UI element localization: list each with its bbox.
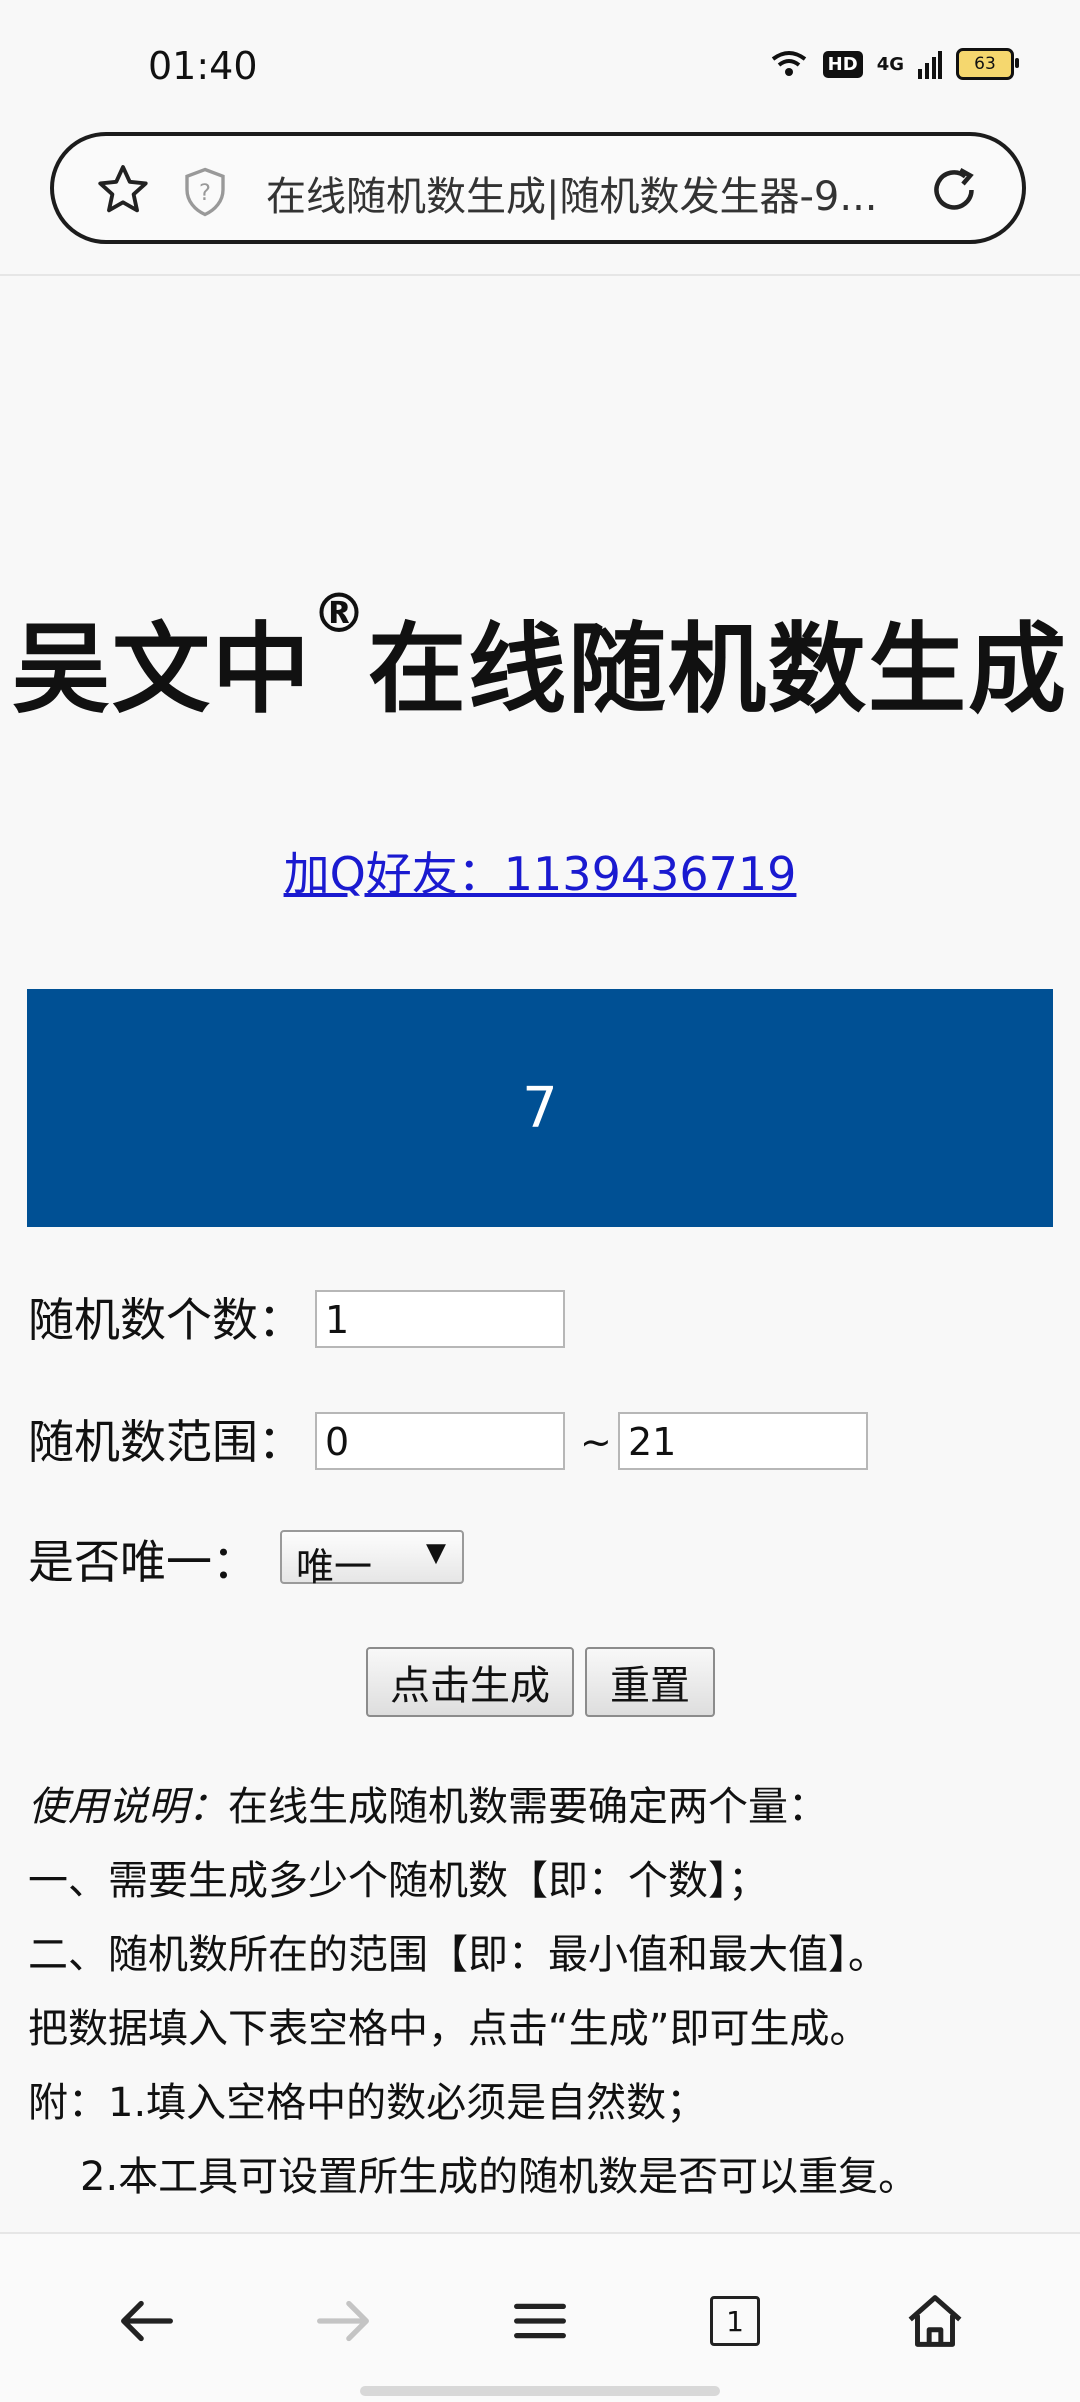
unique-select[interactable]: 唯一 ▼	[280, 1530, 464, 1589]
notes-line-2: 二、随机数所在的范围【即：最小值和最大值】。	[28, 1932, 888, 1978]
heading-text-1: 吴文中	[11, 613, 312, 727]
generate-button[interactable]: 点击生成	[366, 1647, 574, 1717]
reset-button[interactable]: 重置	[585, 1647, 715, 1717]
tab-count: 1	[726, 2304, 744, 2338]
unique-selected-value: 唯一	[296, 1545, 373, 1589]
page-title-text[interactable]: 在线随机数生成|随机数发生器-9...	[266, 164, 926, 222]
unique-label: 是否唯一：	[28, 1535, 258, 1589]
result-value: 7	[522, 1075, 558, 1141]
range-max-input[interactable]: 21	[618, 1412, 868, 1470]
range-label: 随机数范围：	[28, 1415, 304, 1469]
header-divider	[0, 274, 1080, 276]
notes-line-1: 一、需要生成多少个随机数【即：个数】；	[28, 1858, 768, 1904]
notes-line-4: 附：1.填入空格中的数必须是自然数；	[28, 2080, 707, 2126]
range-separator: ~	[580, 1420, 612, 1464]
back-arrow-icon[interactable]	[112, 2286, 182, 2356]
battery-level: 63	[974, 54, 996, 74]
address-bar[interactable]: ? 在线随机数生成|随机数发生器-9...	[50, 132, 1026, 244]
qq-friend-link[interactable]: 加Q好友：1139436719	[0, 838, 1080, 904]
tabs-icon[interactable]: 1	[700, 2286, 770, 2356]
notes-line-3: 把数据填入下表空格中，点击“生成”即可生成。	[28, 2006, 870, 2052]
dropdown-arrow-icon: ▼	[426, 1538, 446, 1568]
count-input[interactable]: 1	[315, 1290, 565, 1348]
status-bar: 01:40 HD 4G 63	[0, 0, 1080, 130]
menu-icon[interactable]	[505, 2286, 575, 2356]
registered-mark: ®	[312, 582, 368, 645]
shield-question-icon[interactable]: ?	[178, 164, 232, 220]
wifi-icon	[771, 51, 806, 76]
gesture-handle	[360, 2386, 720, 2396]
range-min-input[interactable]: 0	[315, 1412, 565, 1470]
usage-notes: 使用说明：在线生成随机数需要确定两个量： 一、需要生成多少个随机数【即：个数】；…	[28, 1770, 1058, 2214]
notes-intro-text: 在线生成随机数需要确定两个量：	[228, 1784, 828, 1830]
star-icon[interactable]	[94, 161, 152, 219]
page-heading: 吴文中®在线随机数生成	[0, 582, 1080, 732]
status-icons: HD 4G 63	[769, 48, 1019, 80]
tabs-count-box: 1	[710, 2296, 760, 2346]
result-display: 7	[27, 989, 1053, 1227]
notes-intro: 使用说明：在线生成随机数需要确定两个量：	[28, 1770, 1058, 1844]
notes-intro-label: 使用说明：	[28, 1784, 228, 1830]
network-4g-icon: 4G	[876, 53, 904, 75]
bottom-nav-bar: 1	[0, 2232, 1080, 2402]
forward-arrow-icon[interactable]	[308, 2286, 378, 2356]
battery-icon: 63	[956, 48, 1019, 80]
hd-badge: HD	[822, 50, 863, 78]
home-icon[interactable]	[900, 2286, 970, 2356]
svg-text:?: ?	[199, 180, 211, 206]
reload-icon[interactable]	[924, 160, 984, 220]
notes-line-5: 2.本工具可设置所生成的随机数是否可以重复。	[80, 2154, 919, 2200]
heading-text-2: 在线随机数生成	[368, 613, 1069, 727]
count-label: 随机数个数：	[28, 1293, 304, 1347]
status-time: 01:40	[148, 44, 258, 88]
signal-icon	[918, 51, 942, 79]
